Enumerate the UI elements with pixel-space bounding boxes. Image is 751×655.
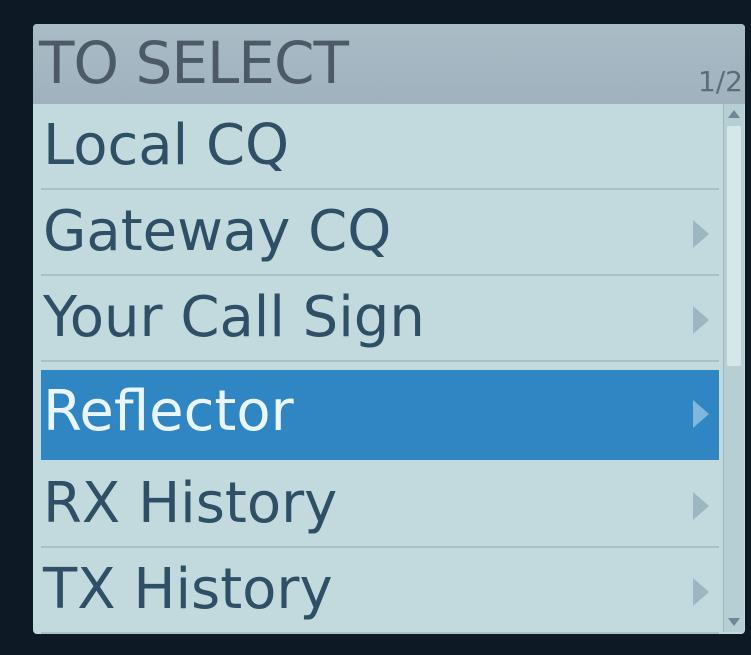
chevron-right-icon — [693, 578, 709, 606]
page-title: TO SELECT — [39, 29, 349, 97]
chevron-right-icon — [693, 492, 709, 520]
scrollbar-thumb[interactable] — [727, 126, 741, 366]
menu-item-label: Your Call Sign — [43, 285, 425, 350]
menu-item-tx-history[interactable]: TX History — [41, 548, 719, 634]
triangle-down-icon[interactable] — [728, 618, 740, 626]
menu-item-reflector[interactable]: Reflector — [41, 370, 719, 460]
menu-item-label: Reflector — [43, 379, 294, 444]
display-screen: TO SELECT 1/2 Local CQ Gateway CQ Your C… — [33, 24, 745, 634]
menu-item-label: TX History — [43, 557, 333, 622]
device-bezel: TO SELECT 1/2 Local CQ Gateway CQ Your C… — [0, 0, 751, 655]
menu-item-label: Gateway CQ — [43, 199, 392, 264]
chevron-right-icon — [693, 400, 709, 428]
chevron-right-icon — [693, 306, 709, 334]
menu-item-label: Local CQ — [43, 113, 290, 178]
menu-item-local-cq[interactable]: Local CQ — [41, 104, 719, 190]
menu-item-your-call-sign[interactable]: Your Call Sign — [41, 276, 719, 362]
triangle-up-icon[interactable] — [728, 110, 740, 118]
page-indicator: 1/2 — [697, 65, 743, 98]
menu-scrollbar[interactable] — [723, 104, 744, 632]
menu-item-rx-history[interactable]: RX History — [41, 462, 719, 548]
chevron-right-icon — [693, 220, 709, 248]
menu-item-gateway-cq[interactable]: Gateway CQ — [41, 190, 719, 276]
menu-list: Local CQ Gateway CQ Your Call Sign Refle… — [41, 104, 719, 634]
screen-header: TO SELECT 1/2 — [33, 24, 745, 104]
menu-item-label: RX History — [43, 471, 338, 536]
